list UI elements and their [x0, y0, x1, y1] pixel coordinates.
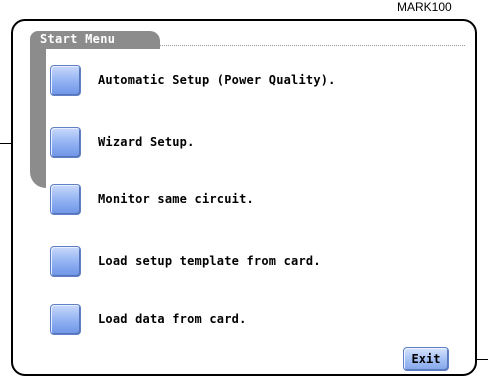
instrument-screen: Start Menu Automatic Setup (Power Qualit… — [11, 19, 477, 376]
menu-item-monitor-same-circuit[interactable]: Monitor same circuit. — [50, 184, 430, 218]
automatic-setup-button[interactable] — [50, 65, 81, 96]
load-setup-template-button[interactable] — [50, 246, 81, 277]
menu-item-label: Monitor same circuit. — [98, 192, 254, 206]
menu-item-load-setup-template[interactable]: Load setup template from card. — [50, 246, 430, 280]
menu-item-automatic-setup[interactable]: Automatic Setup (Power Quality). — [50, 65, 430, 99]
menu-item-wizard-setup[interactable]: Wizard Setup. — [50, 127, 430, 161]
exit-button[interactable]: Exit — [403, 347, 449, 371]
wizard-setup-button[interactable] — [50, 127, 81, 158]
menu-item-label: Automatic Setup (Power Quality). — [98, 73, 336, 87]
monitor-same-circuit-button[interactable] — [50, 184, 81, 215]
menu-item-label: Wizard Setup. — [98, 135, 195, 149]
start-menu-tab: Start Menu — [30, 31, 160, 49]
document-reference-label: MARK100 — [397, 0, 452, 14]
menu-frame-left-bar — [30, 43, 46, 188]
callout-line-exit — [477, 359, 488, 360]
title-dotted-rule — [160, 45, 465, 46]
start-menu-frame: Start Menu — [30, 31, 469, 191]
page: MARK100 Start Menu Automatic Setup (Powe… — [0, 0, 488, 385]
menu-frame-corner — [46, 49, 60, 63]
menu-item-label: Load setup template from card. — [98, 254, 321, 268]
menu-item-load-data[interactable]: Load data from card. — [50, 304, 430, 338]
menu-item-label: Load data from card. — [98, 312, 247, 326]
start-menu-title: Start Menu — [40, 32, 116, 46]
load-data-button[interactable] — [50, 304, 81, 335]
